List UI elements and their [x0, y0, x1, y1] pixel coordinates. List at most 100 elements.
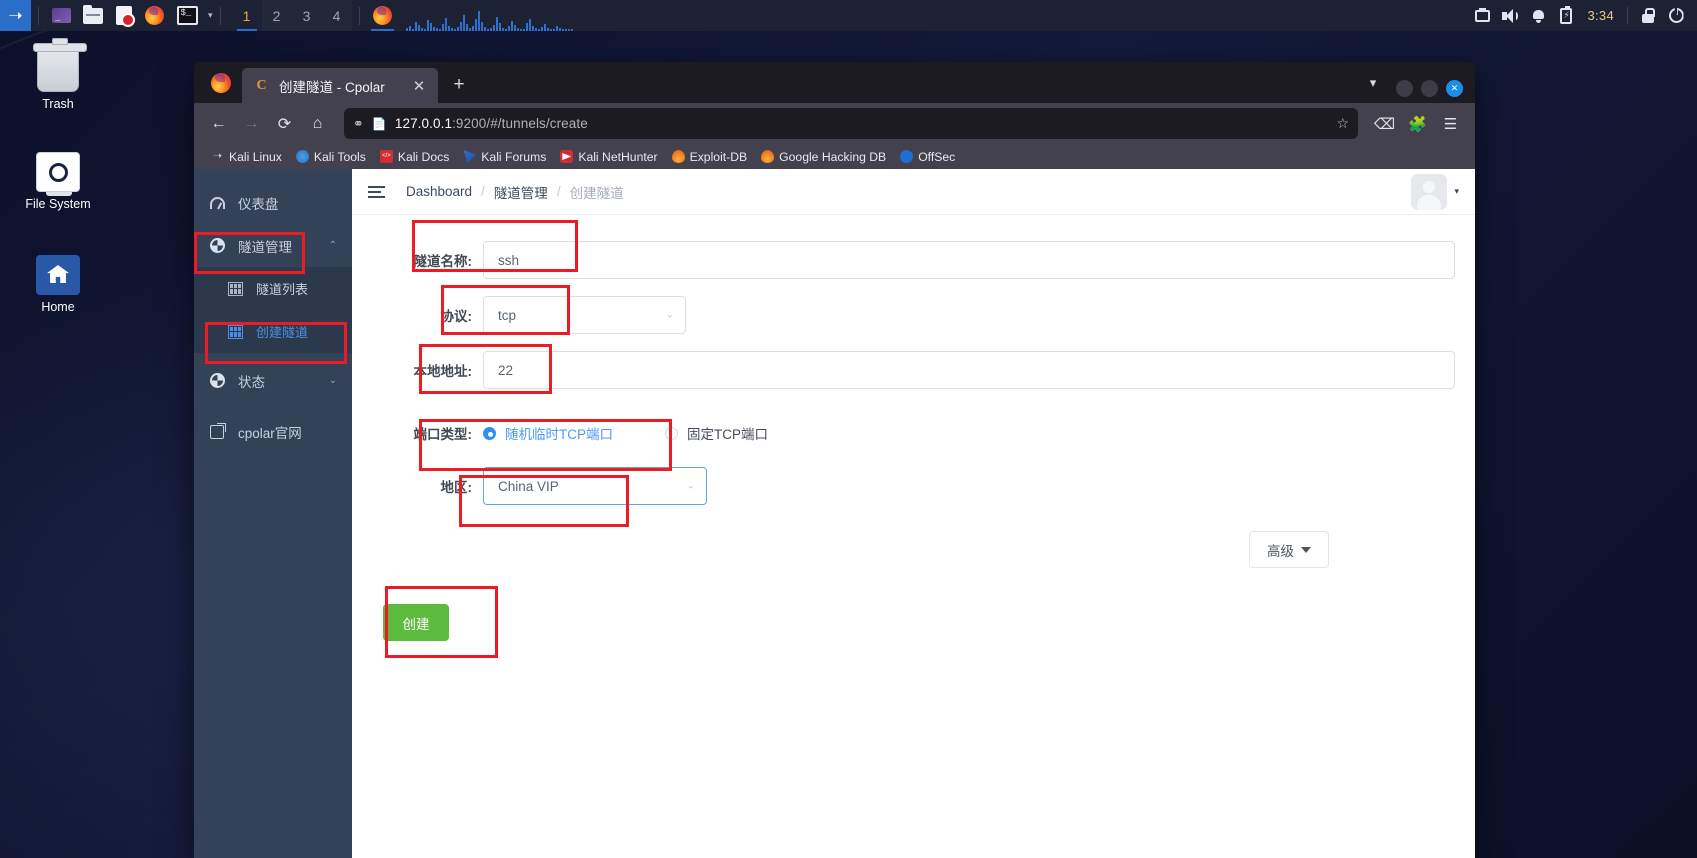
- bookmark-star-icon[interactable]: ☆: [1336, 115, 1349, 132]
- kali-menu-button[interactable]: ➝: [0, 0, 31, 31]
- volume-icon[interactable]: [1497, 0, 1523, 31]
- power-icon[interactable]: [1663, 0, 1689, 31]
- desktop-icon-file-system[interactable]: File System: [10, 152, 106, 211]
- sidebar-item-status[interactable]: 状态 ⌄: [194, 359, 352, 402]
- back-button[interactable]: ←: [203, 108, 234, 139]
- bookmark-google-hacking-db[interactable]: Google Hacking DB: [754, 146, 893, 167]
- grid-icon: [227, 281, 243, 296]
- network-icon[interactable]: [1469, 0, 1495, 31]
- form-row-port-type: 端口类型: 随机临时TCP端口 固定TCP端口: [352, 423, 1475, 443]
- maximize-button[interactable]: [1421, 80, 1438, 97]
- kali-dragon-icon: ➝: [8, 6, 23, 25]
- taskbar-window-firefox[interactable]: [367, 0, 398, 31]
- firefox-icon: [372, 6, 392, 25]
- battery-charging-icon[interactable]: ⚡: [1553, 0, 1579, 31]
- chevron-down-icon[interactable]: ▾: [1454, 186, 1459, 197]
- sidebar-item-create-tunnel[interactable]: 创建隧道: [194, 310, 352, 353]
- workspace-2[interactable]: 2: [262, 0, 292, 31]
- radio-button-icon[interactable]: [665, 426, 678, 440]
- browser-tab-active[interactable]: C 创建隧道 - Cpolar ✕: [242, 68, 438, 103]
- minimize-button[interactable]: [1396, 80, 1413, 97]
- user-menu[interactable]: ▾: [1411, 173, 1459, 210]
- sidebar-item-tunnel-management[interactable]: 隧道管理 ⌃: [194, 224, 352, 267]
- kali-nethunter-icon: [560, 150, 574, 163]
- breadcrumb-item-dashboard[interactable]: Dashboard: [406, 184, 472, 199]
- desktop-icon-label: Trash: [42, 97, 74, 111]
- local-address-input[interactable]: 22: [483, 351, 1455, 389]
- browser-navbar: ← → ⟳ ⌂ ⚭ 📄 127.0.0.1:9200/#/tunnels/cre…: [194, 103, 1475, 144]
- tunnel-name-input[interactable]: ssh: [483, 241, 1455, 279]
- bookmark-kali-linux[interactable]: ➝ Kali Linux: [204, 146, 289, 167]
- browser-tabstrip: C 创建隧道 - Cpolar ✕ + ▾ ✕: [194, 62, 1475, 103]
- sidebar-item-tunnel-list[interactable]: 隧道列表: [194, 267, 352, 310]
- bookmark-label: Google Hacking DB: [779, 149, 887, 164]
- workspace-1[interactable]: 1: [232, 0, 262, 31]
- desktop-icon-trash[interactable]: Trash: [10, 38, 106, 111]
- sidebar-item-label: 状态: [238, 374, 265, 390]
- list-all-tabs-icon[interactable]: ▾: [1356, 66, 1390, 100]
- chevron-down-icon[interactable]: ▾: [208, 10, 213, 21]
- sidebar-item-label: 创建隧道: [256, 325, 309, 340]
- panel-divider: [38, 6, 39, 25]
- file-manager-icon[interactable]: [79, 2, 106, 29]
- workspace-3[interactable]: 3: [292, 0, 322, 31]
- hamburger-toggle-icon[interactable]: [368, 185, 388, 198]
- chevron-down-icon: ⌄: [328, 375, 337, 386]
- extensions-icon[interactable]: 🧩: [1402, 108, 1433, 139]
- hamburger-menu-icon[interactable]: ☰: [1435, 108, 1466, 139]
- shield-icon[interactable]: ⚭: [353, 116, 364, 132]
- terminal-icon[interactable]: $_: [172, 2, 202, 29]
- pocket-icon[interactable]: ⌫: [1369, 108, 1400, 139]
- bookmark-label: Kali NetHunter: [578, 149, 658, 164]
- local-address-label: 本地地址:: [413, 364, 473, 379]
- bookmark-exploit-db[interactable]: Exploit-DB: [665, 146, 755, 167]
- protocol-select[interactable]: tcp: [483, 296, 686, 334]
- bell-icon[interactable]: [1525, 0, 1551, 31]
- google-hacking-db-icon: [761, 150, 775, 163]
- radio-fixed-tcp-port[interactable]: 固定TCP端口: [665, 423, 768, 443]
- page-viewport: 仪表盘 隧道管理 ⌃ 隧道列表 创建隧道 状态 ⌄ cpolar官网 Dashb…: [194, 169, 1475, 858]
- text-editor-icon[interactable]: [110, 2, 137, 29]
- bookmark-offsec[interactable]: OffSec: [893, 146, 962, 167]
- breadcrumb-separator: /: [556, 184, 561, 199]
- workspace-4[interactable]: 4: [322, 0, 352, 31]
- status-icon: [209, 373, 225, 388]
- workspace-switcher[interactable]: 1 2 3 4: [232, 0, 352, 31]
- bookmark-kali-tools[interactable]: Kali Tools: [289, 146, 373, 167]
- home-folder-icon: [36, 255, 80, 295]
- breadcrumb-item-tunnel-management[interactable]: 隧道管理: [494, 182, 548, 202]
- lock-icon[interactable]: [1635, 0, 1661, 31]
- address-bar[interactable]: ⚭ 📄 127.0.0.1:9200/#/tunnels/create ☆: [344, 108, 1358, 139]
- bookmark-kali-forums[interactable]: Kali Forums: [456, 146, 553, 167]
- system-load-graph: [398, 0, 1470, 31]
- reload-button[interactable]: ⟳: [269, 108, 300, 139]
- sidebar-item-dashboard[interactable]: 仪表盘: [194, 181, 352, 224]
- user-avatar[interactable]: [1411, 173, 1448, 210]
- clock[interactable]: 3:34: [1581, 8, 1620, 23]
- create-button[interactable]: 创建: [383, 604, 449, 641]
- new-tab-button[interactable]: +: [443, 69, 475, 101]
- form-row-protocol: 协议: tcp ⌄: [352, 296, 1475, 334]
- forward-button[interactable]: →: [236, 108, 267, 139]
- radio-random-temp-tcp-port[interactable]: 随机临时TCP端口: [483, 423, 613, 443]
- terminal-emulator-small-icon[interactable]: [48, 2, 75, 29]
- window-controls: ✕: [1390, 80, 1469, 103]
- form-row-local-address: 本地地址: 22: [352, 351, 1475, 389]
- close-tab-icon[interactable]: ✕: [408, 75, 430, 97]
- firefox-icon[interactable]: [141, 2, 168, 29]
- close-window-button[interactable]: ✕: [1446, 80, 1463, 97]
- home-button[interactable]: ⌂: [302, 108, 333, 139]
- sidebar-submenu: 隧道列表 创建隧道: [194, 267, 352, 353]
- bookmark-kali-docs[interactable]: Kali Docs: [373, 146, 456, 167]
- kali-dragon-icon: ➝: [212, 150, 223, 162]
- advanced-button[interactable]: 高级: [1249, 531, 1329, 568]
- radio-button-icon[interactable]: [483, 426, 496, 440]
- url-path: :9200/#/tunnels/create: [452, 116, 588, 131]
- desktop-icon-home[interactable]: Home: [10, 255, 106, 314]
- bookmark-kali-nethunter[interactable]: Kali NetHunter: [553, 146, 664, 167]
- firefox-logo: [200, 62, 242, 103]
- chevron-down-icon: ⌄: [686, 480, 695, 492]
- desktop-icon-label: File System: [25, 197, 91, 211]
- region-select[interactable]: China VIP: [483, 467, 707, 505]
- sidebar-item-cpolar-website[interactable]: cpolar官网: [194, 410, 352, 453]
